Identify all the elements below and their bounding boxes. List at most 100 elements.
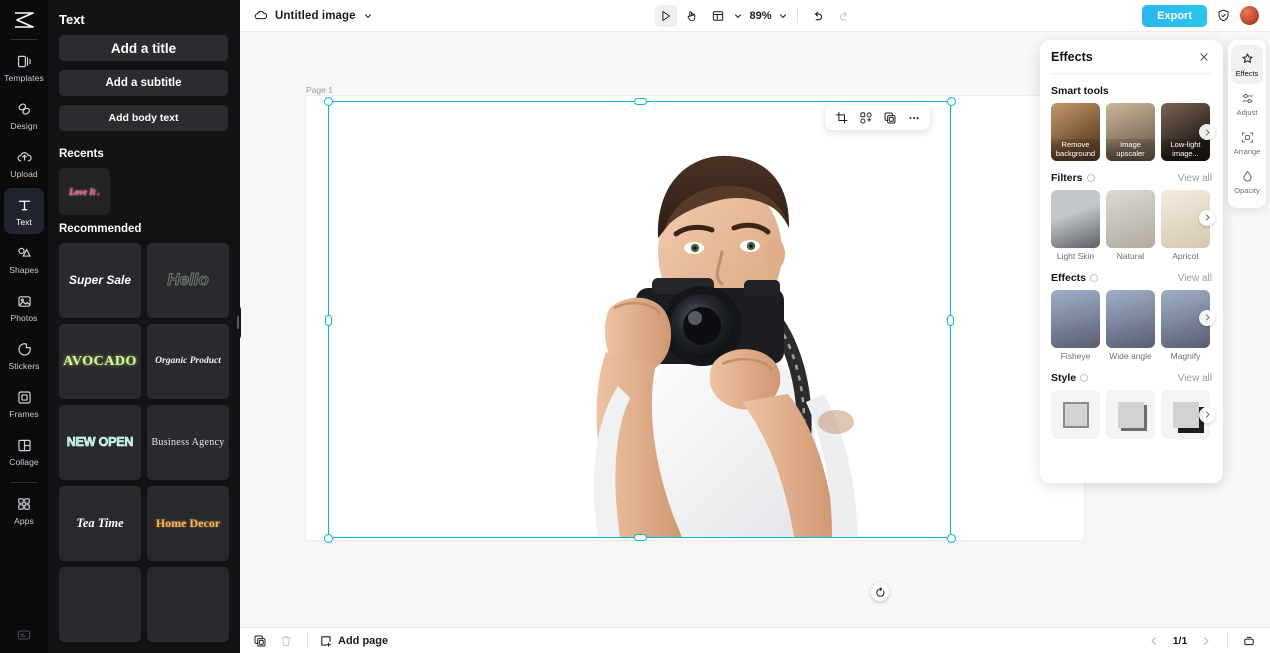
undo-button[interactable] — [807, 5, 829, 27]
thumbnail[interactable] — [1051, 290, 1100, 348]
bottombar-right: 1/1 — [1144, 631, 1270, 651]
next-page-button[interactable] — [1196, 631, 1216, 651]
canvas-image[interactable] — [506, 102, 906, 537]
export-button[interactable]: Export — [1142, 4, 1207, 27]
sidebar-item-text[interactable]: Text — [4, 188, 44, 234]
style-item[interactable] — [1106, 390, 1155, 439]
collage-icon — [16, 435, 33, 455]
more-options-icon[interactable] — [903, 107, 924, 128]
recent-item[interactable]: Love It . — [59, 168, 110, 215]
filters-next-button[interactable] — [1199, 209, 1215, 226]
add-title-button[interactable]: Add a title — [59, 35, 228, 61]
template-card[interactable]: Organic Product — [147, 324, 229, 399]
effects-sparkle-icon — [1240, 52, 1255, 67]
sidebar-label: Stickers — [8, 361, 40, 371]
thumbnail[interactable]: Remove background — [1051, 103, 1100, 161]
template-card[interactable]: Home Decor — [147, 486, 229, 561]
effects-view-all-link[interactable]: View all — [1178, 273, 1212, 284]
filters-view-all-link[interactable]: View all — [1178, 173, 1212, 184]
zoom-chevron-down-icon[interactable] — [778, 11, 788, 21]
sidebar-item-stickers[interactable]: Stickers — [4, 332, 44, 378]
cloud-sync-icon[interactable] — [253, 8, 268, 23]
filter-item[interactable]: Apricot — [1161, 190, 1210, 261]
duplicate-page-icon[interactable] — [250, 631, 270, 651]
template-card[interactable]: Business Agency — [147, 405, 229, 480]
thumbnail[interactable] — [1106, 190, 1155, 248]
template-card[interactable]: NEW OPEN — [59, 405, 141, 480]
effect-item[interactable]: Fisheye — [1051, 290, 1100, 361]
panel-divider — [1051, 73, 1212, 74]
crop-icon[interactable] — [831, 107, 852, 128]
info-icon[interactable] — [1080, 374, 1089, 382]
filters-row: Light Skin Natural Apricot — [1051, 190, 1215, 261]
add-subtitle-button[interactable]: Add a subtitle — [59, 70, 228, 96]
sidebar-item-collage[interactable]: Collage — [4, 428, 44, 474]
template-card[interactable]: Hello — [147, 243, 229, 318]
style-view-all-link[interactable]: View all — [1178, 373, 1212, 384]
section-heading-filters: Filters View all — [1051, 172, 1212, 184]
bottombar-left: Add page — [240, 631, 388, 651]
add-body-text-button[interactable]: Add body text — [59, 105, 228, 131]
thumbnail[interactable] — [1051, 390, 1100, 439]
hand-tool-button[interactable] — [681, 5, 703, 27]
thumbnail-caption: Low-light image... — [1161, 139, 1210, 161]
sidebar-item-frames[interactable]: Frames — [4, 380, 44, 426]
rail-item-adjust[interactable]: Adjust — [1231, 84, 1263, 123]
sidebar-item-design[interactable]: Design — [4, 92, 44, 138]
thumbnail[interactable] — [1106, 290, 1155, 348]
effect-item[interactable]: Magnify — [1161, 290, 1210, 361]
sidebar-item-upload[interactable]: Upload — [4, 140, 44, 186]
rail-item-effects[interactable]: Effects — [1231, 45, 1263, 84]
template-card[interactable]: Super Sale — [59, 243, 141, 318]
effect-item[interactable]: Wide angle — [1106, 290, 1155, 361]
smart-tool-item[interactable]: Remove background — [1051, 103, 1100, 161]
cutout-icon[interactable] — [855, 107, 876, 128]
template-card[interactable]: Tea Time — [59, 486, 141, 561]
template-card[interactable]: AVOCADO — [59, 324, 141, 399]
smart-tool-item[interactable]: Image upscaler — [1106, 103, 1155, 161]
template-card[interactable] — [59, 567, 141, 642]
info-icon[interactable] — [1086, 174, 1095, 182]
frames-icon — [16, 387, 33, 407]
add-page-button[interactable]: Add page — [319, 634, 388, 648]
delete-page-icon[interactable] — [276, 631, 296, 651]
shield-check-icon[interactable] — [1216, 8, 1231, 23]
style-next-button[interactable] — [1199, 406, 1215, 423]
rotate-handle-icon[interactable] — [871, 583, 889, 601]
sidebar-item-apps[interactable]: Apps — [4, 487, 44, 533]
chevron-down-icon[interactable] — [363, 11, 373, 21]
rail-item-arrange[interactable]: Arrange — [1231, 123, 1263, 162]
sidebar-item-photos[interactable]: Photos — [4, 284, 44, 330]
smart-tools-next-button[interactable] — [1199, 124, 1215, 140]
section-title: Style — [1051, 372, 1077, 384]
panel-collapse-handle[interactable] — [234, 304, 241, 341]
rail-item-opacity[interactable]: Opacity — [1231, 162, 1263, 201]
style-preview-soft-shadow — [1117, 401, 1144, 428]
sidebar-item-shapes[interactable]: Shapes — [4, 236, 44, 282]
zoom-level[interactable]: 89% — [747, 10, 773, 22]
style-item[interactable] — [1051, 390, 1100, 439]
thumbnail[interactable] — [1106, 390, 1155, 439]
document-name[interactable]: Untitled image — [275, 10, 356, 22]
effects-next-button[interactable] — [1199, 309, 1215, 326]
template-card[interactable] — [147, 567, 229, 642]
layout-chevron-down-icon[interactable] — [733, 11, 743, 21]
help-card-icon[interactable] — [16, 627, 32, 643]
timeline-icon[interactable] — [1239, 631, 1259, 651]
filter-item[interactable]: Light Skin — [1051, 190, 1100, 261]
info-icon[interactable] — [1090, 274, 1099, 282]
app-logo-icon[interactable] — [7, 7, 41, 33]
thumbnail[interactable] — [1051, 190, 1100, 248]
avatar[interactable] — [1240, 6, 1259, 25]
rail-label: Adjust — [1236, 107, 1258, 117]
layout-tool-button[interactable] — [707, 5, 729, 27]
select-tool-button[interactable] — [655, 4, 678, 27]
close-icon[interactable] — [1196, 49, 1212, 65]
duplicate-icon[interactable] — [879, 107, 900, 128]
thumbnail[interactable]: Image upscaler — [1106, 103, 1155, 161]
filter-item[interactable]: Natural — [1106, 190, 1155, 261]
sidebar-item-templates[interactable]: Templates — [4, 44, 44, 90]
prev-page-button[interactable] — [1144, 631, 1164, 651]
redo-button[interactable] — [833, 5, 855, 27]
artboard[interactable] — [306, 96, 1084, 540]
